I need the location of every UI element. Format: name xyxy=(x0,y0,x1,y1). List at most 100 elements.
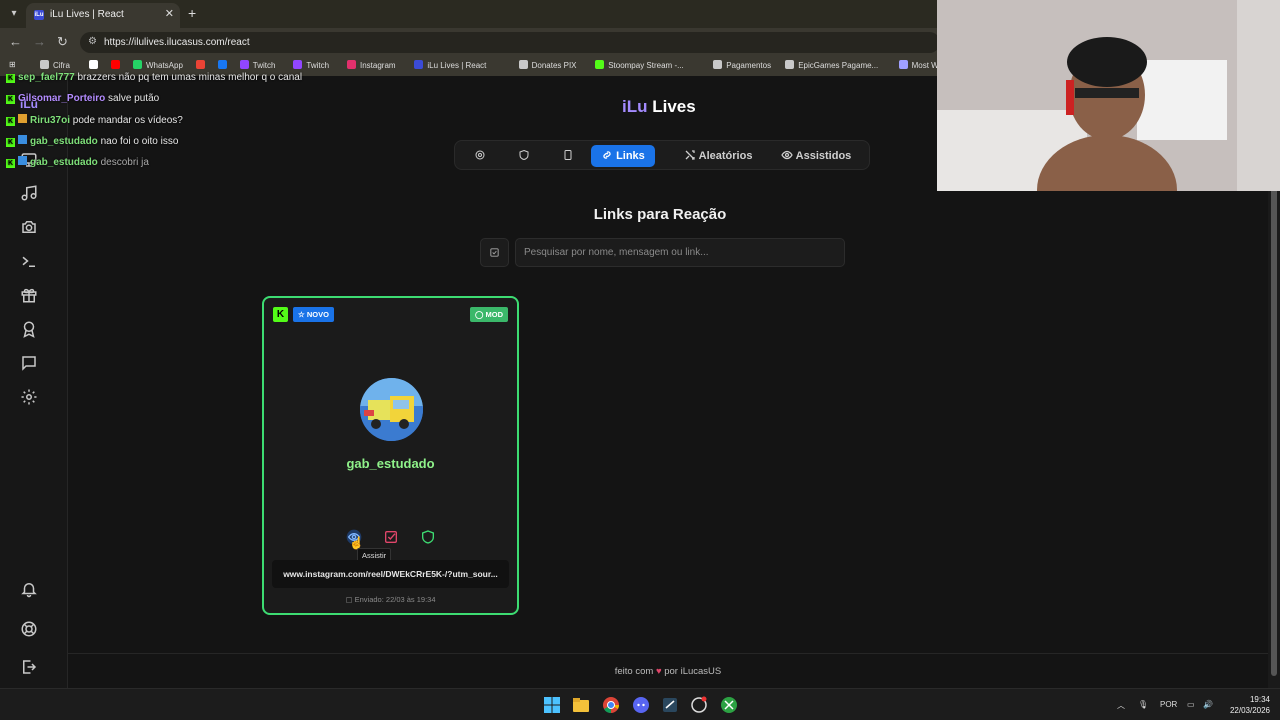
chat-text: descobri ja xyxy=(100,157,149,168)
network-icon[interactable]: ▭ xyxy=(1187,700,1195,709)
terminal-icon[interactable] xyxy=(20,252,38,270)
tab-watched[interactable]: Assistidos xyxy=(781,145,851,167)
webcam-overlay xyxy=(937,0,1280,191)
bookmark-item[interactable]: EpicGames Pagame... xyxy=(785,60,878,70)
browser-tab[interactable]: iLu iLu Lives | React ✕ xyxy=(26,3,180,28)
clock-date[interactable]: 22/03/2026 xyxy=(1230,706,1270,715)
taskbar: ︿ 🎙 POR ▭ 🔊 19:34 22/03/2026 xyxy=(0,688,1280,720)
bookmark-item[interactable] xyxy=(195,60,209,70)
folder-icon xyxy=(713,60,723,69)
chat-text: pode mandar os vídeos? xyxy=(72,115,183,126)
music-icon[interactable] xyxy=(20,184,38,202)
site-info-icon[interactable]: ⚙ xyxy=(88,36,97,47)
bookmark-item[interactable] xyxy=(89,60,102,70)
chat-username: sep_fael777 xyxy=(18,72,75,83)
address-bar[interactable]: ⚙ https://ilulives.ilucasus.com/react xyxy=(80,32,940,53)
apps-grid-icon[interactable]: ⊞ xyxy=(9,60,16,69)
nav-settings-icon[interactable] xyxy=(474,145,486,167)
reload-icon[interactable]: ↻ xyxy=(57,34,68,50)
language-indicator[interactable]: POR xyxy=(1160,700,1177,709)
footer-after: por iLucasUS xyxy=(664,666,722,677)
steam-icon[interactable] xyxy=(661,696,679,714)
card-username: gab_estudado xyxy=(346,456,435,471)
chat-text: brazzers não pq tem umas minas melhor q … xyxy=(77,72,303,83)
tab-close-icon[interactable]: ✕ xyxy=(165,7,174,20)
bookmark-item[interactable]: Instagram xyxy=(347,60,396,70)
bookmark-item[interactable]: Twitch xyxy=(239,60,276,70)
checkbox-icon xyxy=(490,248,499,257)
search-input[interactable] xyxy=(515,238,845,267)
obs-icon[interactable] xyxy=(690,696,708,714)
moderate-button[interactable] xyxy=(420,529,436,545)
subscriber-badge-icon xyxy=(18,114,27,123)
award-icon[interactable] xyxy=(20,320,38,338)
select-all-button[interactable] xyxy=(480,238,509,267)
bookmark-item[interactable] xyxy=(217,60,231,70)
chat-message: Kgab_estudado nao foi o oito isso xyxy=(6,135,178,147)
bookmark-item[interactable] xyxy=(111,60,124,70)
bookmark-label: Instagram xyxy=(360,61,396,70)
chat-username: gab_estudado xyxy=(30,157,98,168)
tab-links[interactable]: Links xyxy=(591,145,655,167)
card-date-text: Enviado: 22/03 às 19:34 xyxy=(354,595,436,604)
xbox-icon[interactable] xyxy=(720,696,738,714)
bookmark-item[interactable]: Cifra xyxy=(40,60,70,70)
bookmark-label: Cifra xyxy=(53,61,70,70)
chrome-icon[interactable] xyxy=(602,696,620,714)
bookmark-item[interactable]: Pagamentos xyxy=(713,60,771,70)
chat-username: gab_estudado xyxy=(30,136,98,147)
bookmark-item[interactable]: Twitch xyxy=(293,60,329,70)
tab-random[interactable]: Aleatórios xyxy=(684,145,752,167)
mark-watched-button[interactable] xyxy=(383,529,399,545)
bookmark-item[interactable]: Stoompay Stream -... xyxy=(595,60,684,70)
twitch-icon xyxy=(239,60,249,69)
bookmark-item[interactable]: iLu Lives | React xyxy=(414,60,486,70)
kick-icon: K xyxy=(6,159,15,168)
card-link[interactable]: www.instagram.com/reel/DWEkCRrE5K-/?utm_… xyxy=(272,560,509,588)
gift-icon[interactable] xyxy=(20,286,38,304)
whatsapp-icon xyxy=(133,60,142,69)
bell-icon[interactable] xyxy=(20,580,38,598)
back-arrow-icon[interactable]: ← xyxy=(9,34,22,49)
bookmark-item[interactable]: Donates PIX xyxy=(518,60,577,70)
card-date: ▢ Enviado: 22/03 às 19:34 xyxy=(345,595,436,604)
footer-before: feito com xyxy=(614,666,654,677)
bookmark-item[interactable]: WhatsApp xyxy=(133,60,183,70)
url-text: https://ilulives.ilucasus.com/react xyxy=(104,37,250,48)
shuffle-icon xyxy=(685,150,695,160)
youtube-icon xyxy=(111,60,120,69)
chat-message: Ksep_fael777 brazzers não pq tem umas mi… xyxy=(6,72,302,83)
bookmark-label: EpicGames Pagame... xyxy=(798,61,879,70)
bookmark-label: Twitch xyxy=(252,61,276,70)
nav-shield-icon[interactable] xyxy=(518,145,530,167)
new-badge-label: NOVO xyxy=(306,310,329,319)
heart-icon: ♥ xyxy=(655,666,662,677)
clock-time[interactable]: 19:34 xyxy=(1250,695,1270,704)
nav-tablet-icon[interactable] xyxy=(562,145,574,167)
kick-icon: K xyxy=(6,117,15,126)
discord-icon[interactable] xyxy=(632,696,650,714)
message-icon[interactable] xyxy=(20,354,38,372)
settings-icon[interactable] xyxy=(20,388,38,406)
tray-chevron-icon[interactable]: ︿ xyxy=(1117,700,1125,711)
brand-ilu-text: iLu xyxy=(622,97,648,116)
shield-icon xyxy=(422,530,434,544)
forward-arrow-icon[interactable]: → xyxy=(33,34,46,49)
folder-icon xyxy=(40,60,49,69)
file-explorer-icon[interactable] xyxy=(572,696,590,714)
tab-random-label: Aleatórios xyxy=(698,150,753,162)
kick-icon: K xyxy=(6,138,15,147)
logout-icon[interactable] xyxy=(20,658,38,676)
chat-text: nao foi o oito isso xyxy=(100,136,179,147)
mod-badge: ◯ MOD xyxy=(470,307,508,322)
new-tab-icon[interactable]: + xyxy=(188,5,196,21)
help-icon[interactable] xyxy=(20,620,38,638)
tab-links-label: Links xyxy=(616,150,645,162)
eye-icon xyxy=(781,150,793,160)
tab-search-button[interactable]: ▾ xyxy=(6,6,22,22)
ilu-favicon-icon: iLu xyxy=(34,10,44,20)
chat-username: Riru37oi xyxy=(30,115,71,126)
microphone-icon[interactable]: 🎙 xyxy=(1138,700,1148,709)
windows-start-icon[interactable] xyxy=(543,696,561,714)
volume-icon[interactable]: 🔊 xyxy=(1203,700,1213,709)
